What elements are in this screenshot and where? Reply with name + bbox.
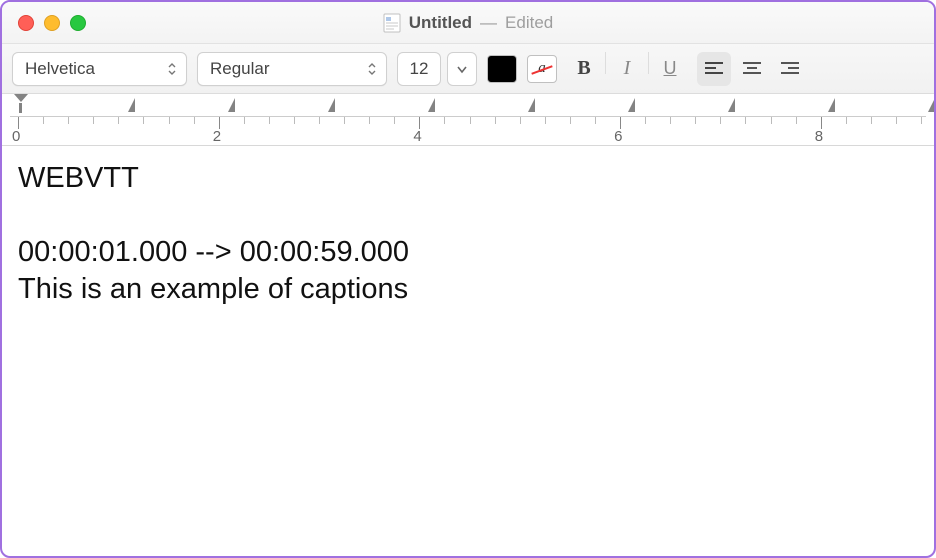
app-window: Untitled — Edited Helvetica Regular 12 xyxy=(0,0,936,558)
ruler-number: 2 xyxy=(213,128,221,145)
tab-stop-marker[interactable] xyxy=(128,98,135,112)
updown-icon xyxy=(366,62,378,76)
text-color-swatch[interactable] xyxy=(487,55,517,83)
ruler-number: 8 xyxy=(815,128,823,145)
font-family-select[interactable]: Helvetica xyxy=(12,52,187,86)
ruler-number: 4 xyxy=(413,128,421,145)
close-window-button[interactable] xyxy=(18,15,34,31)
divider xyxy=(605,52,606,74)
font-style-select[interactable]: Regular xyxy=(197,52,387,86)
window-title: Untitled — Edited xyxy=(2,13,934,33)
minimize-window-button[interactable] xyxy=(44,15,60,31)
align-left-button[interactable] xyxy=(697,52,731,86)
zoom-window-button[interactable] xyxy=(70,15,86,31)
tab-stop-marker[interactable] xyxy=(628,98,635,112)
left-indent-marker[interactable] xyxy=(14,94,28,110)
italic-button[interactable]: I xyxy=(610,52,644,86)
ruler-ticks xyxy=(10,116,926,130)
format-toolbar: Helvetica Regular 12 a B I xyxy=(2,44,934,94)
document-title: Untitled xyxy=(409,13,472,33)
ruler-number: 6 xyxy=(614,128,622,145)
font-size-stepper[interactable] xyxy=(447,52,477,86)
underline-button[interactable]: U xyxy=(653,52,687,86)
tab-stop-marker[interactable] xyxy=(928,98,934,112)
bold-button[interactable]: B xyxy=(567,52,601,86)
tab-stop-marker[interactable] xyxy=(428,98,435,112)
highlight-none-swatch[interactable]: a xyxy=(527,55,557,83)
font-family-value: Helvetica xyxy=(25,59,95,79)
text-style-segment: B I U xyxy=(567,52,687,86)
title-separator: — xyxy=(480,13,497,33)
align-center-button[interactable] xyxy=(735,52,769,86)
document-editor[interactable]: WEBVTT 00:00:01.000 --> 00:00:59.000 Thi… xyxy=(2,146,934,322)
document-edited-status: Edited xyxy=(505,13,553,33)
titlebar: Untitled — Edited xyxy=(2,2,934,44)
font-size-value: 12 xyxy=(410,59,429,79)
tab-stop-marker[interactable] xyxy=(828,98,835,112)
tab-stop-marker[interactable] xyxy=(728,98,735,112)
font-size-field[interactable]: 12 xyxy=(397,52,441,86)
updown-icon xyxy=(166,62,178,76)
tab-stop-marker[interactable] xyxy=(328,98,335,112)
document-icon xyxy=(383,13,401,33)
tab-stop-marker[interactable] xyxy=(228,98,235,112)
font-size-group: 12 xyxy=(397,52,477,86)
window-controls xyxy=(2,15,86,31)
font-style-value: Regular xyxy=(210,59,270,79)
chevron-down-icon xyxy=(456,62,468,76)
divider xyxy=(648,52,649,74)
alignment-segment xyxy=(697,52,807,86)
tab-stop-marker[interactable] xyxy=(528,98,535,112)
ruler-number: 0 xyxy=(12,128,20,145)
align-right-button[interactable] xyxy=(773,52,807,86)
ruler[interactable]: 0 2 4 6 8 xyxy=(2,94,934,146)
